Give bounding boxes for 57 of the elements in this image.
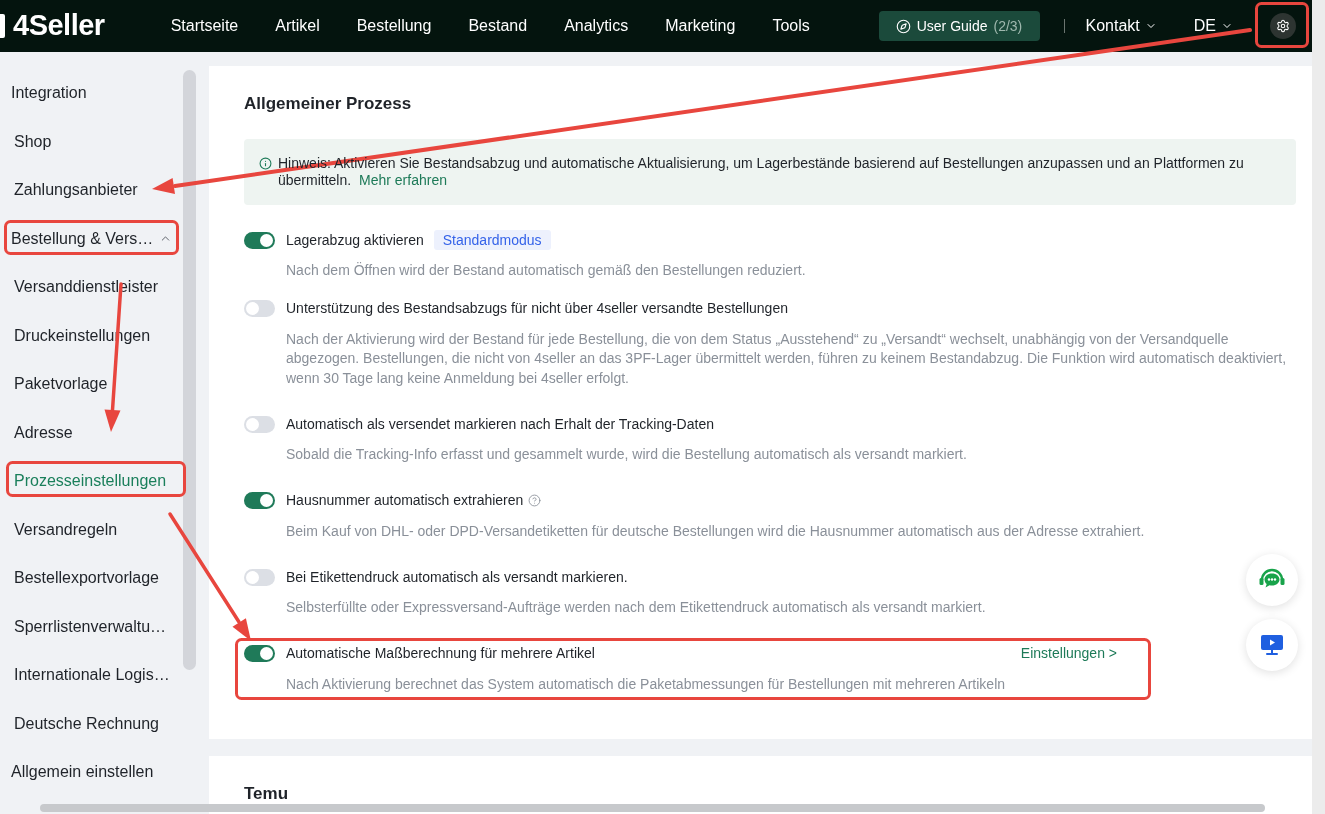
settings-link[interactable]: Einstellungen > xyxy=(1020,643,1117,664)
compass-icon xyxy=(895,18,911,34)
nav-link[interactable]: Analytics xyxy=(564,14,629,38)
sidebar-item[interactable]: Zahlungsanbieter xyxy=(14,178,138,203)
setting-title: Hausnummer automatisch extrahieren xyxy=(286,491,524,510)
sidebar-item[interactable]: Paketvorlage xyxy=(14,372,108,397)
toggle-switch[interactable] xyxy=(244,231,275,249)
nav-link[interactable]: Tools xyxy=(772,14,810,38)
sidebar-item[interactable]: Shop xyxy=(14,129,52,154)
setting-description: Selbsterfüllte oder Expressversand-Aufträge werden nach dem Etikettendruck automatisch als versandt markiert. xyxy=(286,598,987,617)
sidebar-item[interactable]: Adresse xyxy=(14,420,73,445)
toggle-switch[interactable] xyxy=(244,492,275,509)
setting-description: Beim Kauf von DHL- oder DPD-Versandetiketten für deutsche Bestellungen wird die Hausnummer automatisch aus der Adresse extrahiert. xyxy=(286,521,1146,541)
user-guide-button[interactable]: User Guide (2/3) xyxy=(878,11,1040,41)
nav-link[interactable]: Marketing xyxy=(665,14,736,38)
sidebar-item[interactable]: Prozesseinstellungen xyxy=(14,469,167,494)
mode-badge: Standardmodus xyxy=(433,230,551,250)
sidebar-item[interactable]: Bestellung & Vers… xyxy=(11,226,173,251)
setting-title: Automatisch als versendet markieren nach Erhalt der Tracking-Daten xyxy=(286,414,714,434)
info-icon xyxy=(259,157,272,170)
setting-description: Sobald die Tracking-Info erfasst und gesammelt wurde, wird die Bestellung automatisch als versandt markiert. xyxy=(286,445,968,464)
highlight-frame xyxy=(1255,2,1309,48)
setting-title: Lagerabzug aktivieren xyxy=(286,230,424,250)
setting-title: Unterstützung des Bestandsabzugs für nicht über 4seller versandte Bestellungen xyxy=(286,299,788,318)
sidebar-item[interactable]: Deutsche Rechnung xyxy=(14,711,159,736)
nav-link[interactable]: Artikel xyxy=(275,14,320,38)
contact-dropdown[interactable]: Kontakt xyxy=(1085,14,1157,38)
settings-button[interactable] xyxy=(1270,13,1296,39)
sidebar-item[interactable]: Allgemein einstellen xyxy=(11,760,154,785)
learn-more-link[interactable]: Mehr erfahren xyxy=(359,172,447,188)
setting-description: Nach der Aktivierung wird der Bestand für jede Bestellung, die von dem Status „Ausstehend“ zu „Versandt“ wechselt, unabhängig von der Versandquelle abgezogen. Bestellungen, die nicht von 4seller an das 3PF-Lager übermittelt werden, führen zu keinem Bestandabzug. Die Funktion wird automatisch deaktiviert, wenn 30 Tage lang keine Anmeldung bei 4seller erfolgt. xyxy=(286,329,1287,388)
section-title: Allgemeiner Prozess xyxy=(244,93,413,115)
sidebar-item[interactable]: Integration xyxy=(11,81,87,106)
toggle-switch[interactable] xyxy=(244,645,275,662)
monitor-play-icon xyxy=(1261,635,1283,655)
nav-link[interactable]: Startseite xyxy=(170,14,239,38)
language-dropdown[interactable]: DE xyxy=(1193,14,1233,38)
nav-link[interactable]: Bestand xyxy=(468,14,528,38)
scrollbar-thumb[interactable] xyxy=(183,70,196,670)
scrollbar-thumb[interactable] xyxy=(40,804,1265,812)
sidebar-item[interactable]: Bestellexportvorlage xyxy=(14,566,159,591)
sidebar-item[interactable]: Versandregeln xyxy=(14,517,118,542)
setting-description: Nach Aktivierung berechnet das System automatisch die Paketabmessungen für Bestellungen mit mehreren Artikeln xyxy=(286,674,1007,694)
toggle-switch[interactable] xyxy=(244,415,275,433)
setting-title: Automatische Maßberechnung für mehrere Artikel xyxy=(286,644,595,663)
setting-title: Bei Etikettendruck automatisch als versandt markieren. xyxy=(286,567,628,587)
toggle-switch[interactable] xyxy=(244,568,275,586)
settings-icon xyxy=(1276,19,1290,33)
sidebar-item[interactable]: Sperrlistenverwaltu… xyxy=(14,614,167,639)
sidebar-item[interactable]: Internationale Logis… xyxy=(14,663,170,688)
brand-logo[interactable]: 4Seller xyxy=(13,4,105,48)
toggle-switch[interactable] xyxy=(244,300,275,317)
setting-description: Nach dem Öffnen wird der Bestand automatisch gemäß den Bestellungen reduziert. xyxy=(286,261,807,280)
help-icon[interactable] xyxy=(528,494,542,507)
section-title: Temu xyxy=(244,783,290,805)
logo-mark-icon xyxy=(0,14,5,38)
nav-link[interactable]: Bestellung xyxy=(356,14,432,38)
